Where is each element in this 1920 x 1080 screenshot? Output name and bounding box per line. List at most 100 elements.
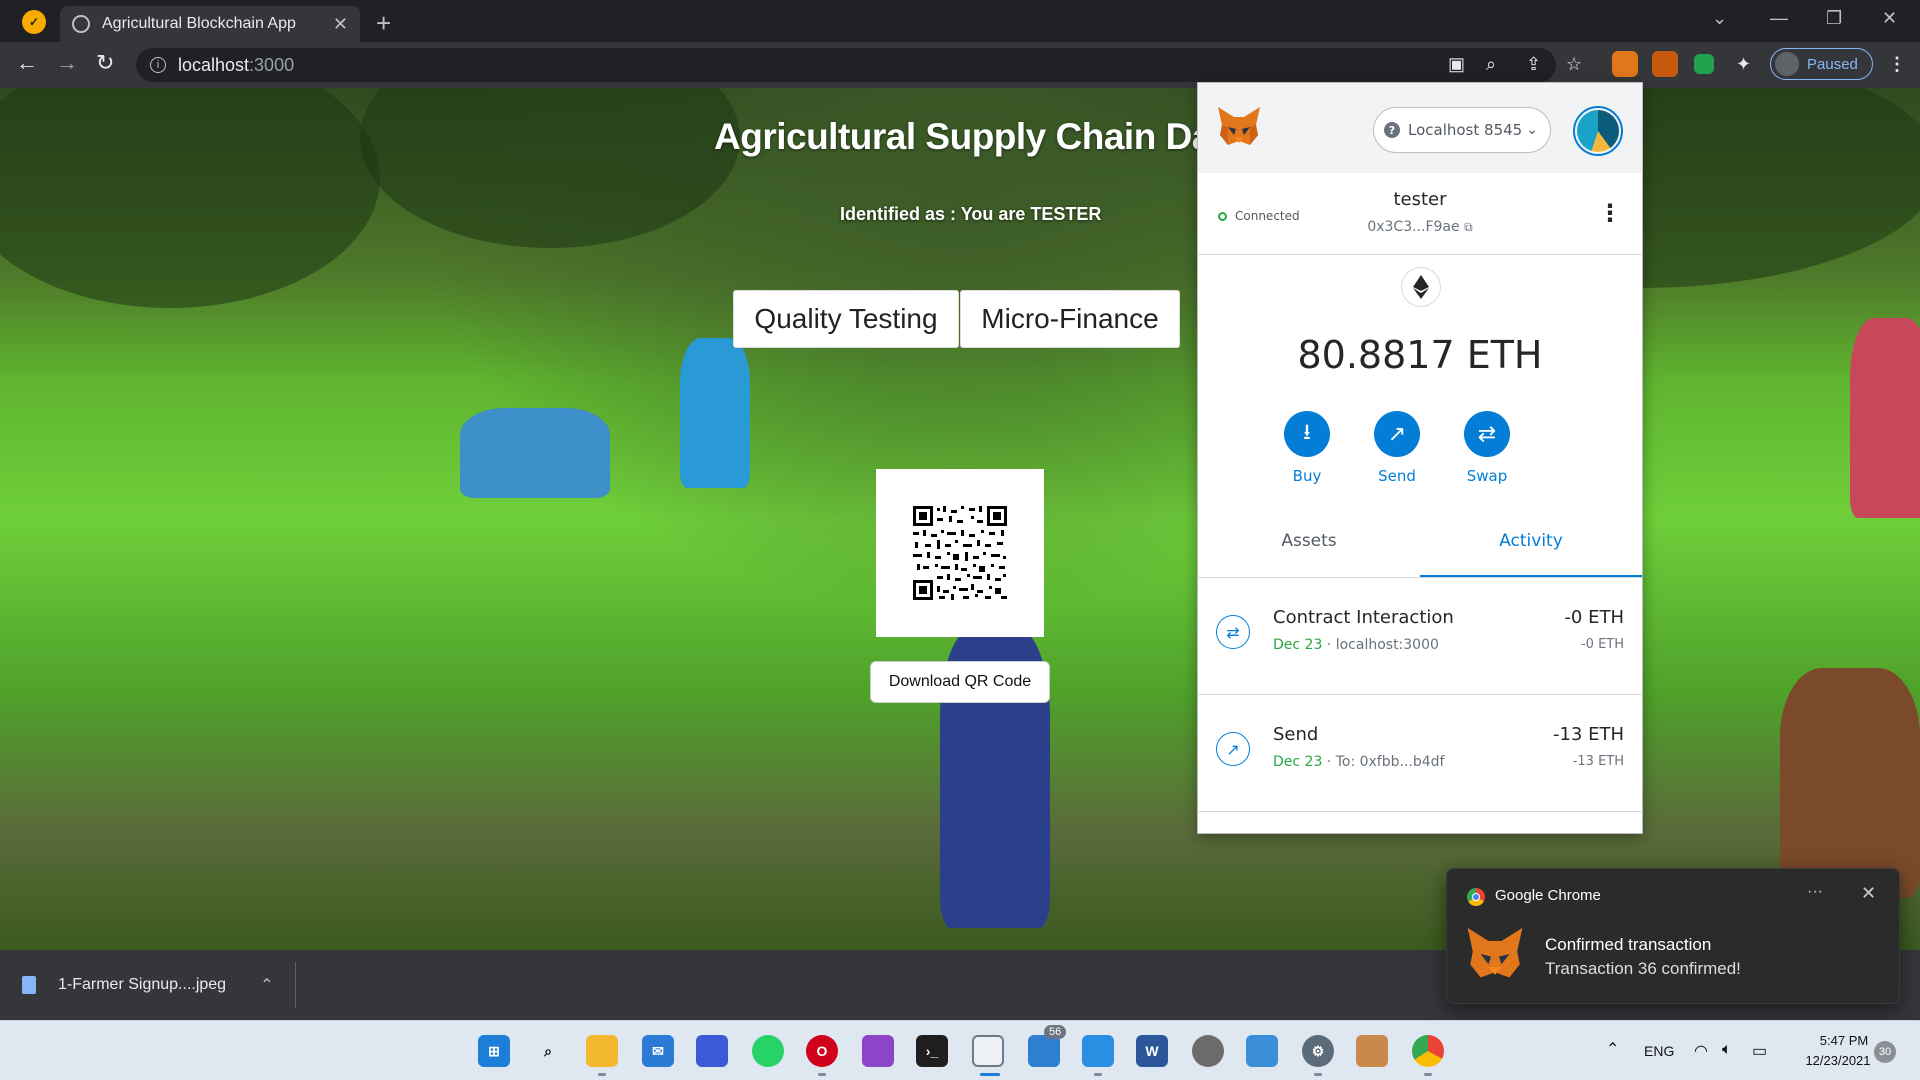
taskbar: ⊞ ⌕ ✉ O ›_ 56 W ⚙ ⌃ ENG ◠ 🔈︎ ▭ 5:47 PM 1… <box>0 1020 1920 1080</box>
profile-button[interactable]: Paused <box>1770 48 1873 80</box>
farmer-figure <box>460 408 610 498</box>
whatsapp-icon[interactable] <box>752 1035 784 1067</box>
farmer-figure <box>680 338 750 488</box>
chevron-up-icon[interactable]: ⌃ <box>260 975 273 995</box>
network-name: Localhost 8545 <box>1408 121 1523 139</box>
restore-button[interactable]: ❐ <box>1826 8 1842 29</box>
start-button[interactable]: ⊞ <box>478 1035 510 1067</box>
chevron-down-icon: ⌄ <box>1526 122 1538 138</box>
app-icon: ✓ <box>22 10 46 34</box>
metamask-fox-icon[interactable] <box>1216 105 1262 149</box>
notification-app: Google Chrome <box>1495 887 1601 904</box>
qr-code <box>876 469 1044 637</box>
notification-body: Transaction 36 confirmed! <box>1545 959 1741 978</box>
tab-assets[interactable]: Assets <box>1198 531 1420 577</box>
account-options-icon[interactable]: ⋮ <box>1598 199 1622 227</box>
vscode-icon[interactable] <box>1082 1035 1114 1067</box>
new-tab-button[interactable]: + <box>376 8 391 39</box>
file-explorer-icon[interactable] <box>586 1035 618 1067</box>
account-address-text: 0x3C3...F9ae <box>1367 219 1460 235</box>
address-bar[interactable]: i localhost:3000 <box>136 48 1556 82</box>
account-address[interactable]: 0x3C3...F9ae ⧉ <box>1198 219 1642 235</box>
ethereum-icon <box>1401 267 1441 307</box>
chrome-icon[interactable] <box>1412 1035 1444 1067</box>
arrow-up-right-icon: ↗ <box>1374 411 1420 457</box>
blocked-popup-icon[interactable]: ▣ <box>1448 54 1465 75</box>
bookmark-star-icon[interactable]: ☆ <box>1566 54 1582 75</box>
clock-time[interactable]: 5:47 PM <box>1812 1033 1876 1048</box>
zoom-icon[interactable]: ⌕ <box>1486 54 1496 75</box>
notification-toast[interactable]: Google Chrome ··· ✕ Confirmed transactio… <box>1446 868 1900 1004</box>
download-icon: ⭳ <box>1284 411 1330 457</box>
notification-title: Confirmed transaction <box>1545 935 1712 954</box>
metamask-flask-extension-icon[interactable] <box>1652 51 1678 77</box>
qr-code-image <box>911 504 1009 602</box>
swap-icon: ⇄ <box>1464 411 1510 457</box>
metamask-header: ? Localhost 8545 ⌄ <box>1198 83 1642 173</box>
account-section: Connected tester 0x3C3...F9ae ⧉ ⋮ <box>1198 173 1642 255</box>
extension-icon[interactable] <box>1694 54 1714 74</box>
tab-search-icon[interactable]: ⌄ <box>1712 8 1727 29</box>
download-qr-button[interactable]: Download QR Code <box>870 661 1050 703</box>
tab-close-icon[interactable]: ✕ <box>333 14 348 35</box>
notification-center-badge[interactable]: 30 <box>1874 1041 1896 1063</box>
browser-tab[interactable]: Agricultural Blockchain App ✕ <box>60 6 360 42</box>
metamask-fox-icon <box>1467 927 1523 978</box>
running-indicator <box>1424 1073 1432 1076</box>
chart-app-icon[interactable] <box>1246 1035 1278 1067</box>
package-icon[interactable] <box>1356 1035 1388 1067</box>
tab-title: Agricultural Blockchain App <box>102 15 296 32</box>
tab-micro-finance[interactable]: Micro-Finance <box>960 290 1180 348</box>
snipping-tool-icon[interactable] <box>972 1035 1004 1067</box>
clock-date[interactable]: 12/23/2021 <box>1796 1053 1880 1068</box>
reload-button[interactable]: ↻ <box>96 50 114 76</box>
minimize-button[interactable]: — <box>1770 8 1788 29</box>
transaction-amount: -0 ETH <box>1564 607 1624 628</box>
send-button[interactable]: ↗ Send <box>1357 411 1437 485</box>
transaction-detail: · To: 0xfbb...b4df <box>1322 754 1445 770</box>
github-icon[interactable] <box>1192 1035 1224 1067</box>
forward-button[interactable]: → <box>56 50 78 76</box>
tab-quality-testing[interactable]: Quality Testing <box>733 290 959 348</box>
transaction-detail: · localhost:3000 <box>1322 637 1439 653</box>
volume-icon[interactable]: 🔈︎ <box>1722 1041 1732 1059</box>
buy-button[interactable]: ⭳ Buy <box>1267 411 1347 485</box>
more-options-icon[interactable]: ··· <box>1807 883 1823 901</box>
close-window-button[interactable]: ✕ <box>1882 8 1897 29</box>
app-icon[interactable] <box>696 1035 728 1067</box>
metamask-popup: ? Localhost 8545 ⌄ Connected tester 0x3C… <box>1197 82 1643 834</box>
show-hidden-icons-chevron-icon[interactable]: ⌃ <box>1606 1039 1619 1059</box>
app-icon[interactable] <box>1028 1035 1060 1067</box>
metamask-extension-icon[interactable] <box>1612 51 1638 77</box>
tab-activity[interactable]: Activity <box>1420 531 1642 577</box>
back-button[interactable]: ← <box>16 50 38 76</box>
language-indicator[interactable]: ENG <box>1644 1043 1674 1059</box>
mail-icon[interactable]: ✉ <box>642 1035 674 1067</box>
buy-label: Buy <box>1292 467 1322 485</box>
send-label: Send <box>1378 467 1416 485</box>
visual-studio-icon[interactable] <box>862 1035 894 1067</box>
wifi-icon[interactable]: ◠ <box>1694 1041 1708 1061</box>
info-icon[interactable]: i <box>150 57 166 73</box>
close-icon[interactable]: ✕ <box>1861 883 1876 904</box>
word-icon[interactable]: W <box>1136 1035 1168 1067</box>
share-icon[interactable]: ⇪ <box>1526 54 1541 75</box>
terminal-icon[interactable]: ›_ <box>916 1035 948 1067</box>
transaction-row[interactable]: ⇄ Contract Interaction Dec 23 · localhos… <box>1198 579 1642 695</box>
tab-divider <box>1198 577 1642 578</box>
help-icon: ? <box>1384 122 1400 138</box>
menu-kebab-icon[interactable]: ⋮ <box>1888 54 1906 75</box>
swap-button[interactable]: ⇄ Swap <box>1447 411 1527 485</box>
search-icon[interactable]: ⌕ <box>532 1035 564 1067</box>
account-avatar[interactable] <box>1573 106 1623 156</box>
account-name[interactable]: tester <box>1198 189 1642 210</box>
network-selector[interactable]: ? Localhost 8545 ⌄ <box>1373 107 1551 153</box>
transaction-row[interactable]: ↗ Send Dec 23 · To: 0xfbb...b4df -13 ETH… <box>1198 696 1642 812</box>
download-item[interactable]: 1-Farmer Signup....jpeg ⌃ <box>22 966 273 1004</box>
copy-icon[interactable]: ⧉ <box>1464 220 1473 234</box>
extensions-puzzle-icon[interactable]: ✦ <box>1736 54 1751 75</box>
settings-icon[interactable]: ⚙ <box>1302 1035 1334 1067</box>
opera-icon[interactable]: O <box>806 1035 838 1067</box>
battery-icon[interactable]: ▭ <box>1752 1041 1767 1061</box>
farmer-figure <box>1850 318 1920 518</box>
